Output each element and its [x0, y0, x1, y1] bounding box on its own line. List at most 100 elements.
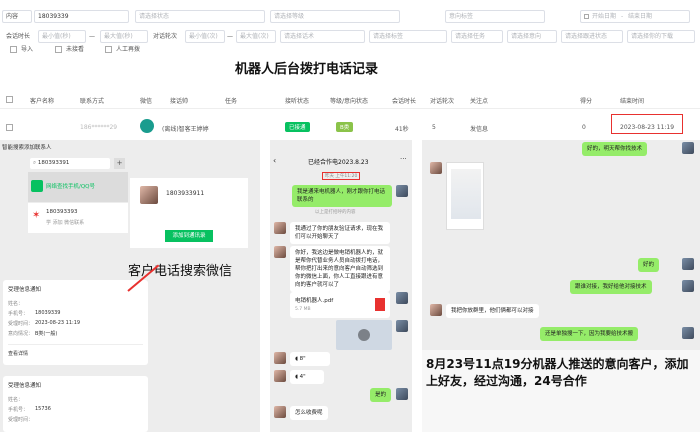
chat2-msg-a: 跟谁对接，我好给他对接技术 [570, 280, 652, 294]
label-select[interactable]: 请选择标签 [369, 30, 447, 43]
unanswered-label: 未接看 [66, 46, 85, 53]
rounds-max-input[interactable]: 最大值(次) [236, 30, 276, 43]
page-headline: 机器人后台拨打电话记录 [235, 62, 379, 77]
phone-input[interactable]: 18039339 [34, 10, 129, 23]
col-answer-status: 接听状态 [285, 98, 310, 105]
profile-avatar [140, 186, 158, 204]
duration-label: 会话时长 [6, 33, 31, 40]
import-checkbox[interactable] [10, 46, 17, 53]
person-search-icon [31, 180, 43, 192]
file-message[interactable]: 电销机器人.pdf 5.7 MB [290, 292, 390, 318]
search-value: 180393391 [37, 160, 70, 166]
chat1-avatar-other-4 [274, 370, 286, 382]
notice-intent-key: 意向情况： [8, 331, 34, 337]
script-select[interactable]: 请选择话术 [280, 30, 365, 43]
col-task: 任务 [225, 98, 238, 105]
voice-message-2[interactable]: ◖ 4" [290, 370, 324, 384]
chat-window-1: ‹ 已经合作电2023.8.23 ··· 昨天 上午11:20 我是通来电机器人… [270, 140, 412, 432]
status-select[interactable]: 请选择状态 [135, 10, 265, 23]
chat1-more-icon[interactable]: ··· [400, 155, 407, 163]
row-end-time: 2023-08-23 11:19 [620, 124, 675, 131]
notice-detail-link[interactable]: 查看详情 [8, 350, 28, 357]
search-box[interactable]: ⌕ 180393391 [30, 158, 110, 169]
level-select[interactable]: 请选择等级 [270, 10, 400, 23]
chat2-screenshot[interactable] [446, 162, 484, 230]
import-label: 导入 [21, 46, 34, 53]
chat1-title: 已经合作电2023.8.23 [308, 159, 369, 166]
notice-card-2: 受理信息通知 姓名： 手机号： 15736 受理时间： [3, 376, 148, 432]
notice-phone-key: 手机号： [8, 311, 29, 317]
notice-time-value: 2023-08-23 11:19 [35, 320, 81, 326]
notice2-phone-value: 15736 [35, 406, 51, 412]
unanswered-checkbox[interactable] [55, 46, 62, 53]
notice-divider [8, 344, 143, 345]
intent-tag-select[interactable]: 意向标签 [445, 10, 545, 23]
pdf-icon [375, 298, 385, 311]
profile-card: 1803933911 添加到通讯录 [130, 178, 248, 248]
chat1-msg1: 我是通来电机器人，刚才跟你打电话联系的 [292, 185, 392, 207]
row-checkbox[interactable] [6, 124, 13, 131]
search-panel: 智能搜索添加联系人 ⌕ 180393391 + 网络查找手机/QQ号 ✶ 180… [0, 140, 260, 432]
add-icon[interactable]: + [114, 158, 125, 169]
wechat-logo-icon[interactable] [140, 119, 154, 133]
play-icon [358, 329, 370, 341]
row-focus: 发信息 [470, 126, 489, 133]
row-duration: 41秒 [395, 126, 409, 133]
row-contact: 186******29 [80, 124, 118, 131]
rounds-min-input[interactable]: 最小值(次) [185, 30, 225, 43]
dash-2: — [227, 33, 233, 40]
date-start: 开始日期 [592, 13, 617, 20]
col-customer: 客户名称 [30, 98, 55, 105]
chat1-avatar-self-4 [396, 388, 408, 400]
chat2-avatar-other-2 [430, 304, 442, 316]
date-end: 结束日期 [628, 13, 653, 20]
download-select[interactable]: 请选择你的下载 [627, 30, 695, 43]
add-to-contacts-button[interactable]: 添加到通讯录 [165, 230, 213, 242]
col-end-time: 结束时间 [620, 98, 645, 105]
select-all-checkbox[interactable] [6, 96, 13, 103]
date-range[interactable]: 开始日期 - 结束日期 [580, 10, 690, 23]
follow-status-select[interactable]: 请选择跟进状态 [561, 30, 623, 43]
result-contact[interactable]: ✶ 180393393 学 添加 微信联系 [28, 203, 128, 233]
date-separator: - [620, 13, 624, 20]
file-size: 5.7 MB [295, 307, 311, 312]
screenshot-content [451, 169, 481, 219]
manual-redial-label: 人工再拨 [116, 46, 141, 53]
chat1-avatar-self-3 [396, 320, 408, 332]
manual-redial-checkbox[interactable] [105, 46, 112, 53]
video-message[interactable] [336, 320, 392, 350]
file-name: 电销机器人.pdf [295, 298, 334, 304]
chat1-avatar-other-2 [274, 246, 286, 258]
content-select[interactable]: 内容 [2, 10, 32, 23]
result-caption: 8月23号11点19分机器人推送的意向客户，添加上好友，经过沟通，24号合作 [426, 357, 689, 388]
notice-phone-value: 18039339 [35, 310, 61, 316]
notice2-title: 受理信息通知 [8, 383, 42, 389]
chat1-avatar-other-5 [274, 406, 286, 418]
task-select[interactable]: 请选择任务 [451, 30, 503, 43]
chat-window-2: 好的，明天帮你找技术 好的 跟谁对接，我好给他对接技术 我把你放群里，他们俩都可… [422, 140, 700, 432]
rounds-label: 对话轮次 [153, 33, 178, 40]
chat2-avatar-self-4 [682, 327, 694, 339]
chat1-back-icon[interactable]: ‹ [273, 156, 276, 165]
chat2-avatar-self-1 [682, 142, 694, 154]
col-speaker: 接话帅 [170, 98, 189, 105]
voice-message-1[interactable]: ◖ 8" [290, 352, 330, 366]
duration-max-input[interactable]: 最大值(秒) [100, 30, 148, 43]
chat2-avatar-other-1 [430, 162, 442, 174]
chat1-avatar-self-2 [396, 292, 408, 304]
notice-intent-value: B类(一般) [35, 331, 58, 337]
notice2-phone-key: 手机号： [8, 407, 29, 413]
notice2-name-key: 姓名： [8, 397, 24, 403]
row-rounds: 5 [432, 124, 436, 131]
chat2-msg-b: 我把你放群里，他们俩都可以对接 [446, 304, 539, 318]
chat1-avatar-other-1 [274, 222, 286, 234]
row-level-badge: B类 [336, 122, 354, 132]
chat2-msg-c: 还是单独搜一下，因为我要给技术搬 [540, 327, 639, 341]
intent-select[interactable]: 请选择意向 [507, 30, 557, 43]
dash: — [89, 33, 95, 40]
duration-min-input[interactable]: 最小值(秒) [38, 30, 86, 43]
profile-name: 1803933911 [166, 190, 205, 197]
voice-duration-1: 8" [299, 356, 306, 362]
col-score: 得分 [580, 98, 593, 105]
result-network-search[interactable]: 网络查找手机/QQ号 [28, 172, 128, 202]
